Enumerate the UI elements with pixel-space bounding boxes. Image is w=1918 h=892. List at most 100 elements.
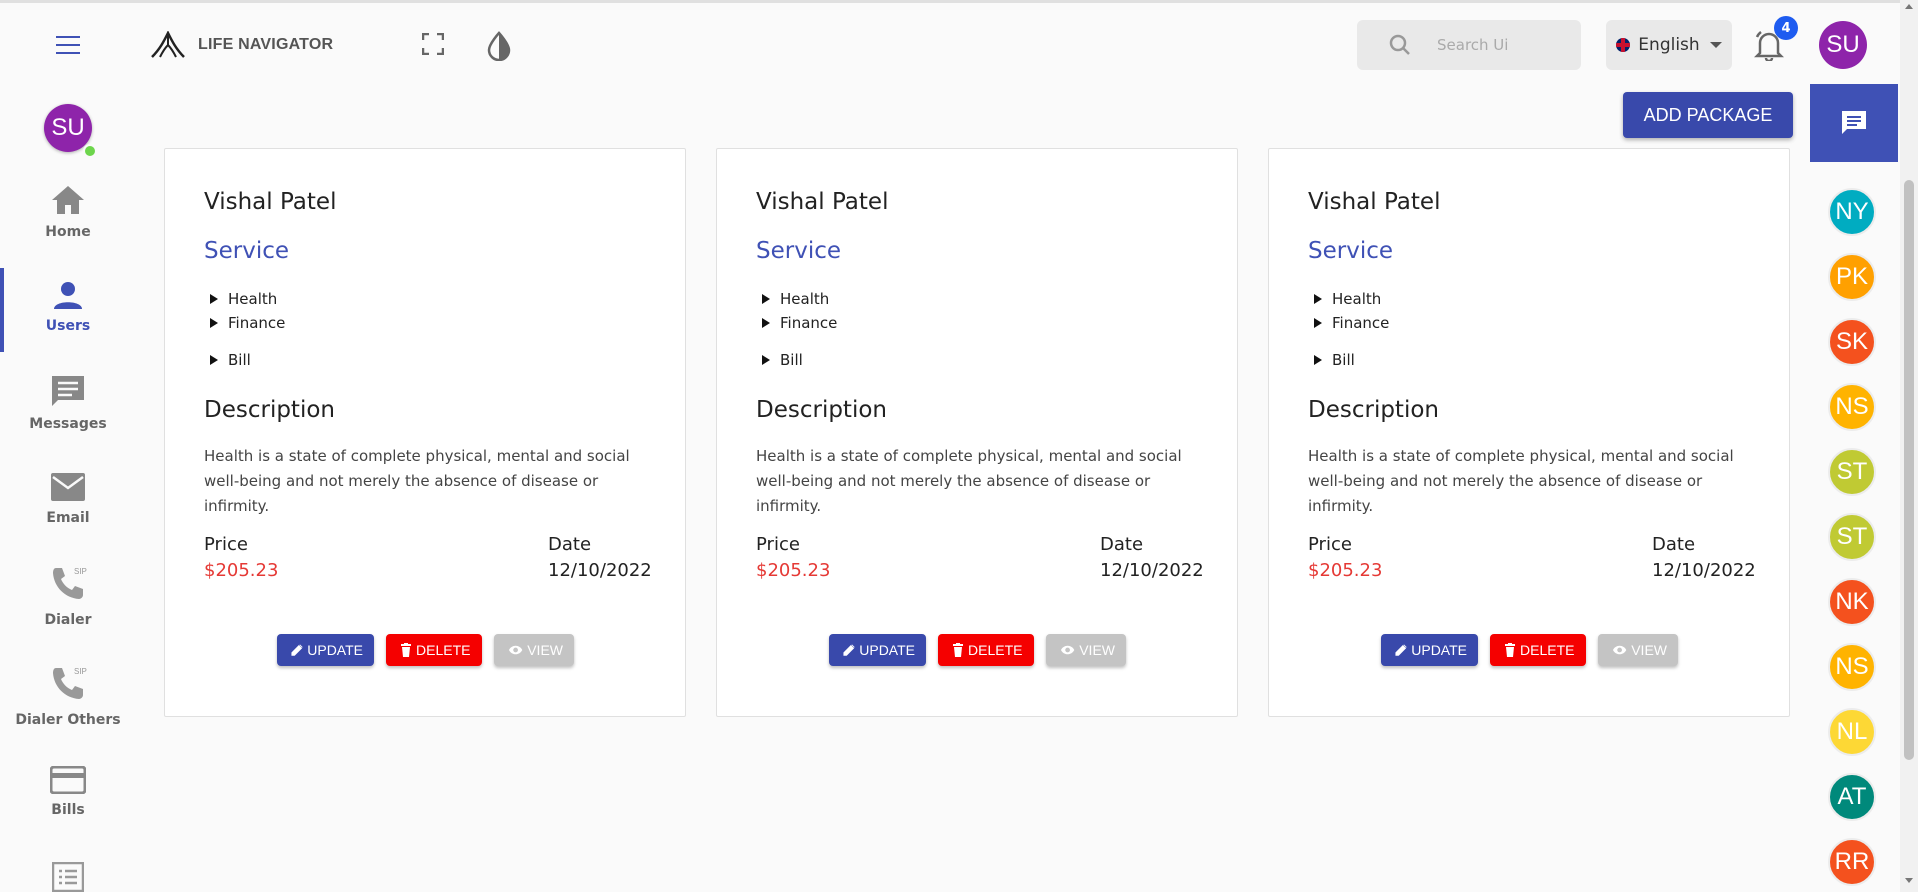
delete-button[interactable]: DELETE: [386, 634, 482, 666]
description-heading: Description: [1308, 397, 1439, 423]
view-button[interactable]: VIEW: [1598, 634, 1678, 666]
trash-icon: [953, 643, 963, 657]
contact-avatar[interactable]: SK: [1828, 318, 1876, 366]
contact-avatar[interactable]: NK: [1828, 578, 1876, 626]
service-item-health[interactable]: Health: [210, 290, 277, 308]
add-package-button[interactable]: ADD PACKAGE: [1623, 92, 1793, 138]
service-item-health[interactable]: Health: [762, 290, 829, 308]
scroll-up-arrow-icon[interactable]: [1905, 4, 1913, 9]
user-avatar[interactable]: SU: [1819, 21, 1867, 69]
view-label: VIEW: [527, 642, 563, 658]
price-label: Price: [1308, 534, 1352, 555]
description-text: Health is a state of complete physical, …: [204, 447, 630, 515]
card-actions: UPDATE DELETE VIEW: [277, 634, 574, 666]
service-label: Finance: [228, 314, 286, 332]
date-label: Date: [548, 534, 592, 555]
sidebar-item-list[interactable]: [0, 862, 136, 892]
contact-avatar[interactable]: NY: [1828, 188, 1876, 236]
scrollbar-thumb[interactable]: [1904, 180, 1914, 760]
sidebar-item-label: Dialer: [44, 612, 92, 628]
expand-triangle-icon: [762, 355, 770, 365]
contact-avatar[interactable]: ST: [1828, 448, 1876, 496]
date-label: Date: [1652, 534, 1696, 555]
contact-avatar[interactable]: AT: [1828, 773, 1876, 821]
view-button[interactable]: VIEW: [494, 634, 574, 666]
user-icon: [54, 282, 82, 309]
update-label: UPDATE: [859, 642, 915, 658]
sidebar-item-users[interactable]: Users: [0, 280, 136, 334]
contact-avatar[interactable]: PK: [1828, 253, 1876, 301]
contact-avatar[interactable]: NL: [1828, 708, 1876, 756]
service-item-finance[interactable]: Finance: [762, 314, 837, 332]
trash-icon: [401, 643, 411, 657]
sidebar-item-dialer-others[interactable]: SIP Dialer Others: [0, 664, 136, 728]
delete-label: DELETE: [1520, 642, 1575, 658]
service-heading: Service: [756, 238, 842, 264]
service-item-bill[interactable]: Bill: [1314, 351, 1355, 369]
service-heading: Service: [1308, 238, 1394, 264]
menu-icon[interactable]: [56, 36, 80, 54]
sidebar-item-bills[interactable]: Bills: [0, 766, 136, 818]
home-icon: [52, 186, 84, 214]
life-navigator-logo-icon: [151, 31, 185, 58]
sidebar: SU Home Users Messages Email SIP Dialer …: [0, 84, 136, 892]
svg-text:SIP: SIP: [74, 667, 87, 676]
sip-phone-icon: SIP: [53, 667, 87, 699]
language-select[interactable]: English: [1606, 20, 1732, 70]
service-item-finance[interactable]: Finance: [1314, 314, 1389, 332]
sidebar-item-label: Messages: [29, 416, 107, 432]
delete-button[interactable]: DELETE: [938, 634, 1034, 666]
sidebar-item-email[interactable]: Email: [0, 472, 136, 526]
scroll-down-arrow-icon[interactable]: [1905, 878, 1913, 883]
expand-triangle-icon: [210, 294, 218, 304]
sidebar-item-label: Home: [45, 224, 91, 240]
description-heading: Description: [204, 397, 335, 423]
trash-icon: [1505, 643, 1515, 657]
pencil-icon: [1395, 644, 1407, 656]
contact-avatar[interactable]: RR: [1828, 838, 1876, 886]
page-scrollbar[interactable]: [1900, 0, 1918, 892]
chat-toggle-button[interactable]: [1810, 84, 1898, 162]
delete-button[interactable]: DELETE: [1490, 634, 1586, 666]
view-button[interactable]: VIEW: [1046, 634, 1126, 666]
sidebar-item-label: Users: [45, 318, 91, 334]
app-name: LIFE NAVIGATOR: [198, 36, 334, 53]
uk-flag-icon: [1616, 38, 1631, 52]
chat-icon: [1842, 111, 1866, 134]
expand-triangle-icon: [762, 294, 770, 304]
service-item-bill[interactable]: Bill: [762, 351, 803, 369]
sidebar-item-label: Bills: [51, 802, 85, 818]
notification-badge: 4: [1774, 16, 1798, 40]
credit-card-icon: [50, 766, 86, 794]
online-status-dot: [83, 144, 97, 158]
search-box[interactable]: [1357, 20, 1581, 70]
app-logo[interactable]: LIFE NAVIGATOR: [150, 31, 333, 59]
card-name: Vishal Patel: [204, 189, 337, 215]
list-icon: [52, 862, 84, 892]
package-card: Vishal Patel Service Health Finance Bill…: [716, 148, 1238, 717]
description-text: Health is a state of complete physical, …: [1308, 447, 1734, 515]
date-value: 12/10/2022: [548, 560, 652, 581]
service-label: Health: [228, 290, 278, 308]
fullscreen-icon[interactable]: [421, 32, 445, 59]
update-button[interactable]: UPDATE: [829, 634, 926, 666]
contact-avatar[interactable]: NS: [1828, 383, 1876, 431]
update-button[interactable]: UPDATE: [1381, 634, 1478, 666]
price-value: $205.23: [204, 560, 279, 581]
theme-toggle-icon[interactable]: [486, 31, 512, 65]
sidebar-item-messages[interactable]: Messages: [0, 374, 136, 432]
service-label: Health: [1332, 290, 1382, 308]
search-input[interactable]: [1437, 36, 1567, 54]
pencil-icon: [291, 644, 303, 656]
price-label: Price: [204, 534, 248, 555]
service-item-health[interactable]: Health: [1314, 290, 1381, 308]
sidebar-item-home[interactable]: Home: [0, 184, 136, 240]
contact-avatar[interactable]: ST: [1828, 513, 1876, 561]
update-button[interactable]: UPDATE: [277, 634, 374, 666]
sidebar-item-dialer[interactable]: SIP Dialer: [0, 564, 136, 628]
date-label: Date: [1100, 534, 1144, 555]
service-item-finance[interactable]: Finance: [210, 314, 285, 332]
service-item-bill[interactable]: Bill: [210, 351, 251, 369]
search-icon: [1389, 34, 1410, 55]
contact-avatar[interactable]: NS: [1828, 643, 1876, 691]
